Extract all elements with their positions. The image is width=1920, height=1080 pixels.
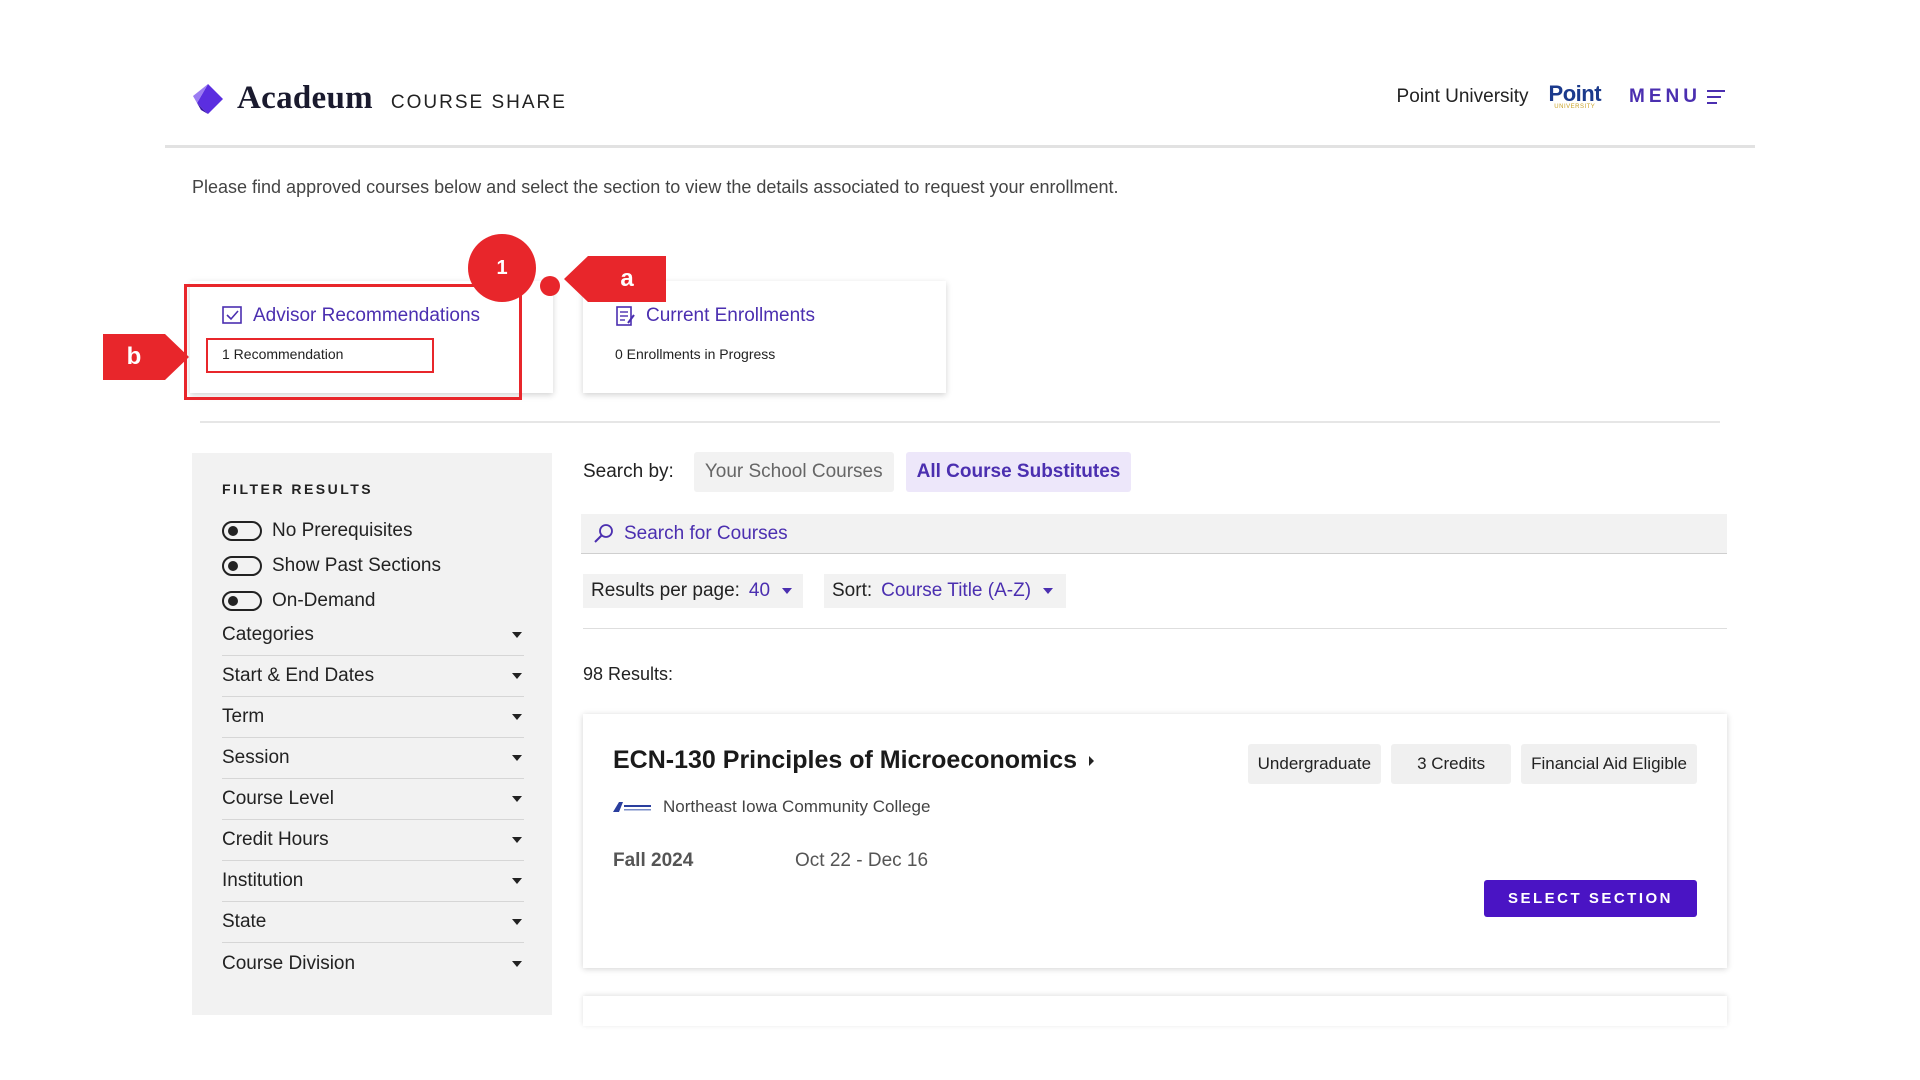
caret-down-icon [512,755,522,761]
logo-text: Acadeum [237,80,373,116]
sort-select[interactable]: Sort: Course Title (A-Z) [824,574,1066,608]
course-tags: Undergraduate 3 Credits Financial Aid El… [1238,744,1697,784]
menu-button[interactable]: MENU [1629,86,1725,108]
acadeum-logo[interactable]: Acadeum COURSE SHARE [191,80,567,117]
annotation-dot [540,276,560,296]
filter-categories[interactable]: Categories [222,615,524,656]
site-header: Acadeum COURSE SHARE Point University Po… [165,62,1755,148]
caret-down-icon [512,796,522,802]
caret-down-icon [512,837,522,843]
enrollments-count: 0 Enrollments in Progress [615,346,776,362]
course-term: Fall 2024 [613,850,694,871]
caret-down-icon [512,960,522,967]
toggle-switch[interactable] [222,556,262,576]
results-per-page-label: Results per page: [591,580,740,601]
institution-logo-icon [613,802,651,812]
toggle-label: On-Demand [272,590,376,611]
tag-level: Undergraduate [1247,744,1382,784]
toggle-label: No Prerequisites [272,520,413,541]
filter-label: Course Level [222,788,334,809]
filter-session[interactable]: Session [222,738,524,779]
filter-sidebar: FILTER RESULTS No Prerequisites Show Pas… [192,453,552,1015]
annotation-highlight-subtitle [206,338,434,373]
caret-down-icon [512,632,522,638]
caret-down-icon [512,919,522,925]
sort-value: Course Title (A-Z) [881,580,1032,601]
filter-label: Session [222,747,290,768]
acadeum-logo-icon [191,82,225,116]
document-edit-icon [616,306,635,326]
course-title-link[interactable]: ECN-130 Principles of Microeconomics [613,746,1095,775]
results-per-page-select[interactable]: Results per page: 40 [583,574,803,608]
search-by-group: Search by: Your School Courses All Cours… [583,452,1132,492]
search-input[interactable]: Search for Courses [581,514,1727,554]
results-per-page-value: 40 [748,580,771,601]
caret-right-icon [1089,755,1095,766]
results-divider [583,628,1727,629]
intro-text: Please find approved courses below and s… [192,177,1119,197]
tag-financial-aid: Financial Aid Eligible [1521,744,1697,784]
section-divider [200,421,1720,423]
filter-label: Start & End Dates [222,665,375,686]
filter-credit-hours[interactable]: Credit Hours [222,820,524,861]
search-option-school-courses[interactable]: Your School Courses [693,452,894,492]
results-count: 98 Results: [583,664,674,684]
filter-course-level[interactable]: Course Level [222,779,524,820]
caret-down-icon [782,588,793,594]
hamburger-icon [1707,90,1725,104]
university-name: Point University [1396,86,1529,107]
search-by-label: Search by: [583,461,674,482]
filter-state[interactable]: State [222,902,524,943]
current-enrollments-title: Current Enrollments [646,305,815,326]
search-placeholder: Search for Courses [624,522,788,544]
filter-label: Course Division [222,952,356,974]
course-institution: Northeast Iowa Community College [613,797,930,817]
select-section-button[interactable]: SELECT SECTION [1484,880,1697,917]
toggle-on-demand[interactable]: On-Demand [222,590,376,612]
caret-down-icon [1043,588,1054,594]
annotation-label-a: a [564,256,666,302]
caret-down-icon [512,878,522,884]
search-icon [594,523,613,543]
annotation-label-b: b [103,334,189,380]
menu-label: MENU [1629,86,1701,107]
toggle-switch[interactable] [222,521,262,541]
search-option-course-substitutes[interactable]: All Course Substitutes [905,452,1132,492]
course-title: ECN-130 Principles of Microeconomics [613,746,1078,774]
logo-subtitle: COURSE SHARE [390,91,567,113]
filter-label: Credit Hours [222,829,329,850]
course-dates: Oct 22 - Dec 16 [795,850,929,871]
toggle-switch[interactable] [222,591,262,611]
tag-credits: 3 Credits [1391,744,1512,784]
filter-institution[interactable]: Institution [222,861,524,902]
filter-title: FILTER RESULTS [222,481,374,497]
toggle-no-prerequisites[interactable]: No Prerequisites [222,520,412,542]
course-card: ECN-130 Principles of Microeconomics Und… [583,714,1727,968]
university-logo-sub: UNIVERSITY [1554,104,1596,110]
sort-label: Sort: [832,580,873,601]
toggle-show-past-sections[interactable]: Show Past Sections [222,555,441,577]
university-logo-main: Point [1548,81,1602,106]
caret-down-icon [512,673,522,679]
filter-label: Term [222,706,265,727]
annotation-step-marker: 1 [468,234,536,302]
filter-label: State [222,911,267,932]
filter-course-division[interactable]: Course Division [222,943,524,984]
filter-start-end-dates[interactable]: Start & End Dates [222,656,524,697]
course-card [583,996,1727,1026]
filter-term[interactable]: Term [222,697,524,738]
university-logo: Point UNIVERSITY [1548,81,1602,111]
filter-label: Institution [222,870,304,891]
caret-down-icon [512,714,522,720]
toggle-label: Show Past Sections [272,555,441,576]
filter-label: Categories [222,624,314,645]
institution-name: Northeast Iowa Community College [663,797,931,816]
